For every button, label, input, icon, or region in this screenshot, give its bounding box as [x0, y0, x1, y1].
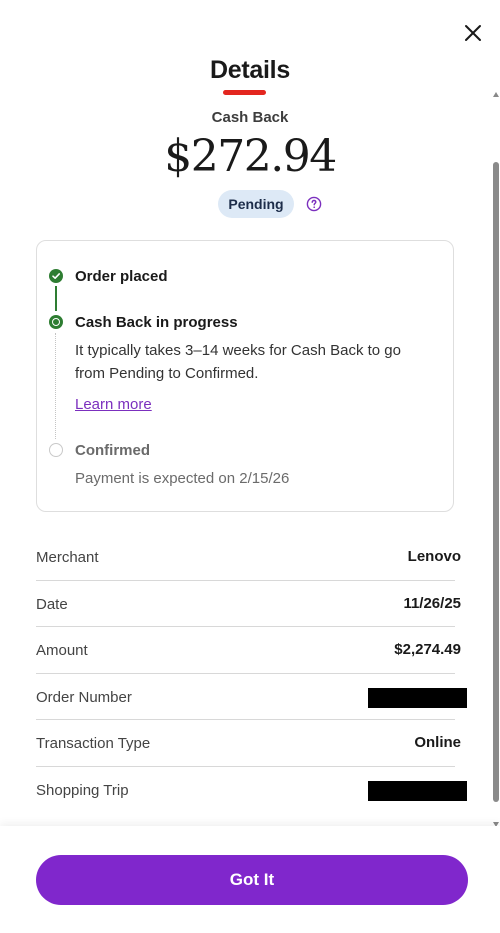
detail-value: 11/26/25 [403, 594, 461, 612]
detail-label: Amount [36, 642, 88, 659]
close-icon [465, 25, 481, 41]
detail-row-transaction-type: Transaction Type Online [36, 720, 461, 767]
cash-back-label: Cash Back [211, 109, 289, 126]
detail-label: Order Number [36, 688, 132, 706]
detail-label: Transaction Type [36, 735, 151, 752]
timeline-step-confirmed-description: Payment is expected on 2/15/26 [75, 470, 290, 487]
scrollbar-thumb[interactable] [493, 162, 499, 802]
close-button[interactable] [460, 20, 486, 46]
transaction-details-list: Merchant Lenovo Date 11/26/25 Amount $2,… [36, 534, 467, 814]
in-progress-dot-icon [49, 315, 63, 329]
redacted-block [368, 780, 467, 801]
got-it-button[interactable]: Got It [36, 855, 468, 905]
scroll-up-arrow-icon[interactable] [493, 92, 499, 97]
modal-footer: Got It [0, 826, 500, 933]
detail-row-shopping-trip: Shopping Trip [36, 767, 467, 814]
detail-row-amount: Amount $2,274.49 [36, 627, 461, 674]
detail-row-order-number: Order Number [36, 674, 467, 720]
modal-header: Details [0, 56, 500, 95]
timeline-step-order-placed: Order placed [75, 268, 168, 285]
detail-value: Lenovo [407, 548, 461, 565]
timeline-connector-pending [55, 333, 56, 439]
status-timeline: Order placed Cash Back in progress It ty… [36, 240, 454, 512]
title-underline [223, 90, 266, 95]
cash-back-amount: $272.94 [164, 131, 337, 182]
modal-title-text: Details [210, 56, 290, 84]
timeline-connector-complete [55, 286, 57, 311]
modal-title: Details [210, 56, 290, 95]
pending-circle-icon [49, 443, 63, 457]
timeline-step-in-progress: Cash Back in progress [75, 314, 238, 331]
status-badge: Pending [218, 190, 294, 218]
status-row: Pending [0, 190, 500, 218]
detail-value: Online [414, 734, 461, 751]
detail-row-date: Date 11/26/25 [36, 581, 461, 627]
cash-back-details-modal: Details Cash Back $272.94 Pending Order … [0, 0, 500, 933]
detail-label: Merchant [36, 549, 99, 566]
question-circle-icon[interactable] [306, 196, 322, 212]
detail-row-merchant: Merchant Lenovo [36, 534, 461, 581]
detail-value: $2,274.49 [394, 641, 461, 658]
redacted-block [368, 687, 467, 708]
timeline-step-in-progress-description: It typically takes 3–14 weeks for Cash B… [75, 342, 401, 382]
learn-more-link[interactable]: Learn more [75, 396, 152, 413]
detail-label: Shopping Trip [36, 781, 129, 799]
scrollbar[interactable] [492, 92, 500, 827]
timeline-step-confirmed: Confirmed [75, 442, 150, 459]
check-circle-icon [49, 269, 63, 283]
detail-label: Date [36, 595, 68, 613]
